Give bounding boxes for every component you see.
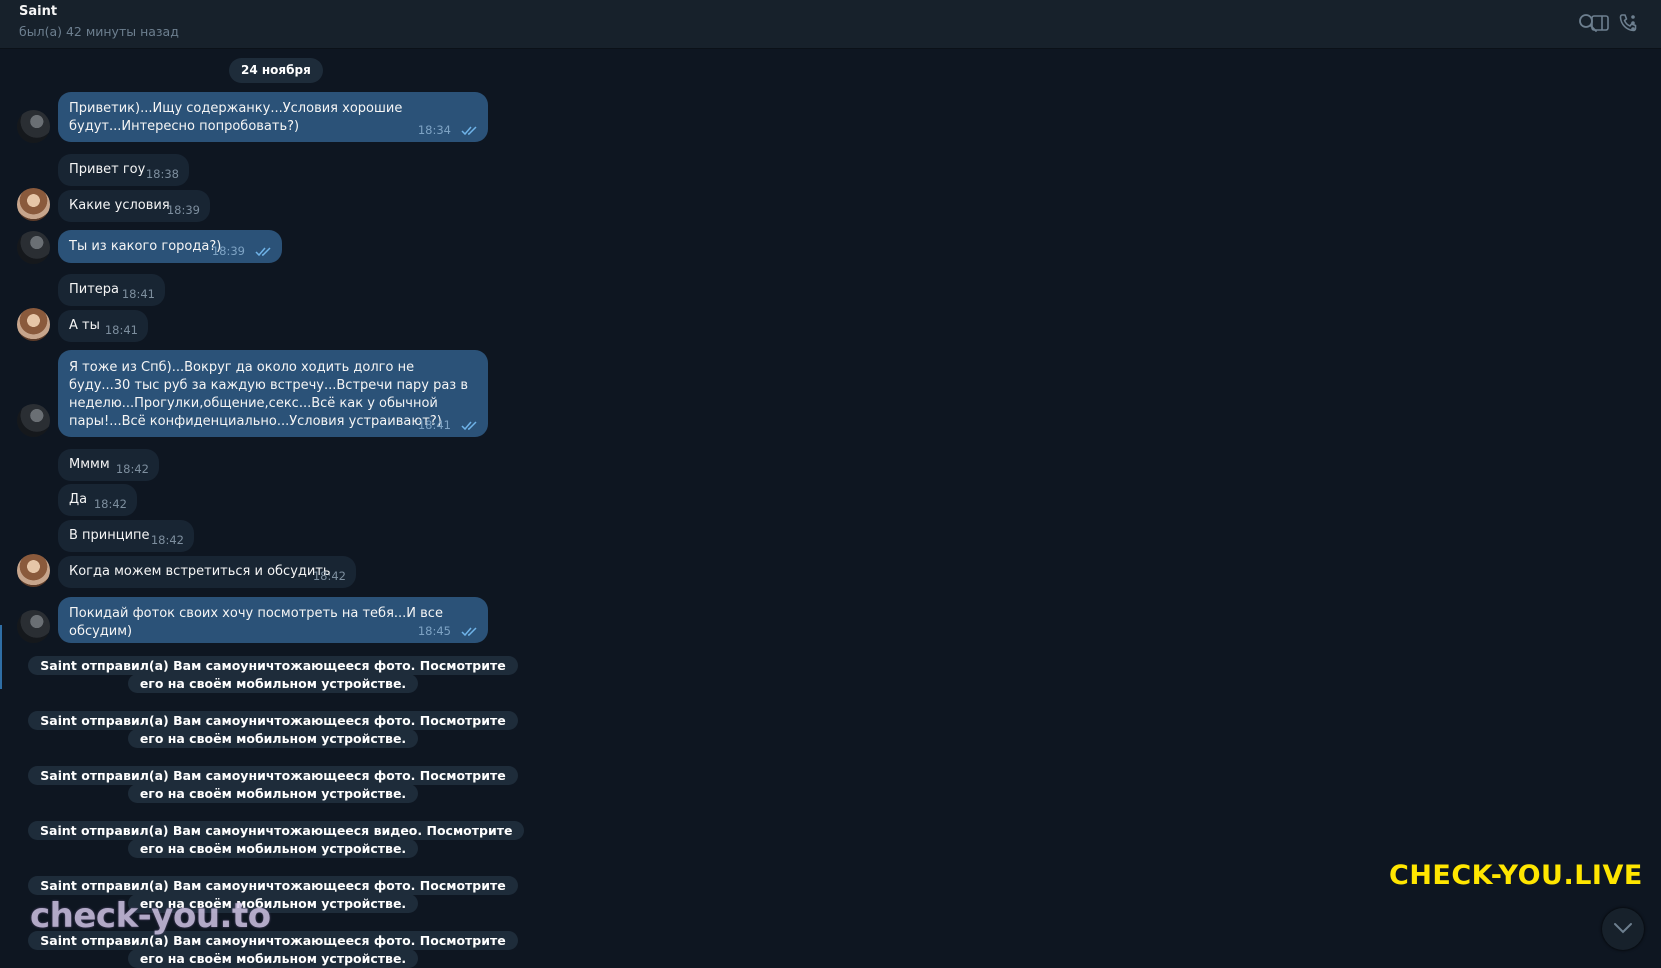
message-time: 18:41 [417, 418, 451, 432]
avatar[interactable] [17, 110, 50, 143]
message-time: 18:42 [312, 569, 346, 583]
message-time: 18:39 [166, 203, 200, 217]
service-message: Saint отправил(а) Вам самоуничтожающееся… [28, 931, 518, 968]
message-bubble[interactable]: Приветик)...Ищу содержанку...Условия хор… [58, 92, 488, 142]
service-message: Saint отправил(а) Вам самоуничтожающееся… [28, 766, 518, 803]
message-time: 18:41 [121, 287, 155, 301]
message-text: Я тоже из Спб)...Вокруг да около ходить … [69, 360, 468, 429]
message-time: 18:38 [145, 167, 179, 181]
message-bubble[interactable]: Питера 18:41 [58, 274, 165, 306]
message-time: 18:42 [115, 462, 149, 476]
message-bubble[interactable]: В принципе 18:42 [58, 520, 194, 552]
message-bubble[interactable]: Покидай фоток своих хочу посмотреть на т… [58, 597, 488, 643]
read-check-icon [461, 627, 477, 637]
service-message: Saint отправил(а) Вам самоуничтожающееся… [28, 711, 518, 748]
message-bubble[interactable]: Да 18:42 [58, 484, 137, 516]
avatar[interactable] [17, 610, 50, 643]
message-bubble[interactable]: Какие условия 18:39 [58, 190, 210, 222]
avatar[interactable] [17, 308, 50, 341]
message-time: 18:41 [104, 323, 138, 337]
message-text: Покидай фоток своих хочу посмотреть на т… [69, 606, 443, 639]
service-message: Saint отправил(а) Вам самоуничтожающееся… [28, 656, 518, 693]
chat-title[interactable]: Saint [19, 4, 57, 19]
message-bubble[interactable]: Привет гоу 18:38 [58, 154, 189, 186]
message-time: 18:42 [150, 533, 184, 547]
message-bubble[interactable]: А ты 18:41 [58, 310, 148, 342]
service-message: Saint отправил(а) Вам самоуничтожающееся… [28, 821, 525, 858]
scroll-down-button[interactable] [1602, 908, 1644, 950]
watermark-check-you-to: check-you.to [30, 896, 271, 936]
more-vertical-icon[interactable] [1626, 12, 1640, 34]
message-time: 18:34 [417, 123, 451, 137]
read-check-icon [255, 247, 271, 257]
last-seen-status: был(а) 42 минуты назад [19, 24, 179, 39]
message-time: 18:42 [93, 497, 127, 511]
chevron-down-icon [1614, 923, 1632, 934]
message-time: 18:45 [417, 624, 451, 638]
message-bubble[interactable]: Мммм 18:42 [58, 449, 159, 481]
message-time: 18:39 [211, 244, 245, 258]
avatar[interactable] [17, 188, 50, 221]
message-bubble[interactable]: Я тоже из Спб)...Вокруг да около ходить … [58, 350, 488, 437]
chat-header: Saint был(а) 42 минуты назад [0, 0, 1661, 49]
sidebar-toggle-icon[interactable] [1589, 12, 1611, 34]
read-check-icon [461, 126, 477, 136]
message-bubble[interactable]: Когда можем встретиться и обсудить 18:42 [58, 556, 356, 588]
date-separator: 24 ноября [229, 58, 323, 83]
avatar[interactable] [17, 231, 50, 264]
avatar[interactable] [17, 554, 50, 587]
watermark-check-you-live: CHECK-YOU.LIVE [1389, 860, 1643, 891]
read-check-icon [461, 421, 477, 431]
unread-marker [0, 625, 2, 689]
avatar[interactable] [17, 404, 50, 437]
message-bubble[interactable]: Ты из какого города?) 18:39 [58, 230, 282, 263]
message-text: Приветик)...Ищу содержанку...Условия хор… [69, 101, 403, 134]
